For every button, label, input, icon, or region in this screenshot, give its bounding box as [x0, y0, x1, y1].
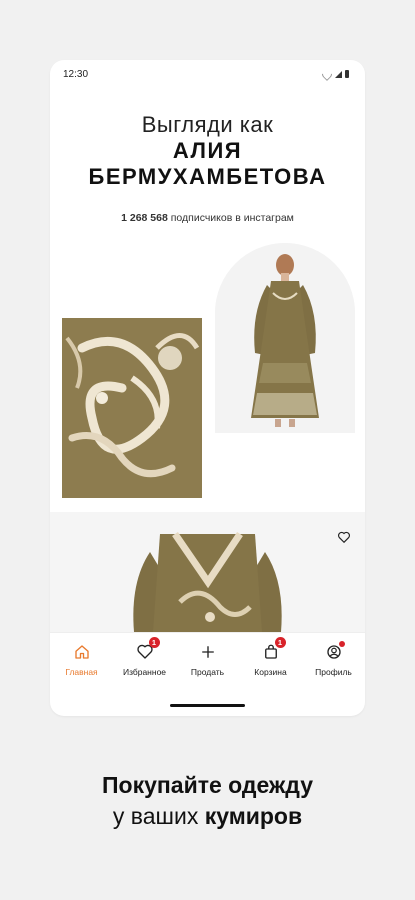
plus-icon	[199, 643, 217, 661]
followers-count: 1 268 568	[121, 212, 168, 224]
tab-favorites-label: Избранное	[122, 667, 167, 677]
model-dress-image	[215, 243, 355, 433]
followers-info: 1 268 568 подписчиков в инстаграм	[50, 212, 365, 224]
followers-suffix: подписчиков в инстаграм	[170, 212, 294, 224]
status-time: 12:30	[63, 69, 89, 80]
home-icon	[73, 643, 91, 661]
status-icons	[319, 66, 349, 82]
phone-frame: 12:30 Выгляди как АЛИЯ БЕРМУХАМБЕТОВА 1 …	[50, 60, 365, 716]
hero-title-line1: Выгляди как	[141, 112, 274, 137]
battery-icon	[345, 70, 349, 78]
promo-caption: Покупайте одежду у ваших кумиров	[0, 770, 415, 832]
signal-icon	[335, 70, 342, 78]
hero-title-line3: БЕРМУХАМБЕТОВА	[88, 164, 327, 189]
profile-notification-dot	[338, 641, 345, 647]
tab-cart[interactable]: 1 Корзина	[241, 637, 301, 677]
caption-line2: у ваших кумиров	[0, 801, 415, 832]
hero-headline: Выгляди как АЛИЯ БЕРМУХАМБЕТОВА	[50, 112, 365, 190]
look-photo-card[interactable]	[215, 243, 355, 433]
product-dress-image	[50, 512, 365, 632]
fabric-closeup-card[interactable]	[62, 318, 202, 498]
cart-badge: 1	[274, 637, 286, 648]
tab-home-label: Главная	[65, 667, 98, 677]
tab-cart-label: Корзина	[254, 667, 287, 677]
caption-line2-bold: кумиров	[204, 803, 303, 829]
status-bar: 12:30	[50, 60, 365, 86]
home-indicator	[170, 704, 245, 707]
heart-icon: 1	[136, 637, 160, 661]
product-card[interactable]	[50, 512, 365, 632]
tab-sell[interactable]: Продать	[178, 643, 238, 677]
tab-profile-label: Профиль	[315, 667, 352, 677]
favorite-heart-icon[interactable]	[337, 530, 351, 544]
bottom-tab-bar: Главная 1 Избранное Продать 1 Корзина Пр…	[50, 632, 365, 690]
caption-line2-prefix: у ваших	[112, 803, 199, 829]
bag-icon: 1	[262, 637, 286, 661]
wifi-icon	[319, 66, 335, 82]
favorites-badge: 1	[148, 637, 160, 648]
caption-line1: Покупайте одежду	[102, 772, 313, 798]
tab-profile[interactable]: Профиль	[304, 641, 364, 677]
tab-favorites[interactable]: 1 Избранное	[115, 637, 175, 677]
fabric-pattern-image	[62, 318, 202, 498]
hero-title-line2: АЛИЯ	[172, 138, 243, 163]
tab-sell-label: Продать	[190, 667, 225, 677]
profile-icon	[325, 641, 345, 661]
tab-home[interactable]: Главная	[52, 643, 112, 677]
